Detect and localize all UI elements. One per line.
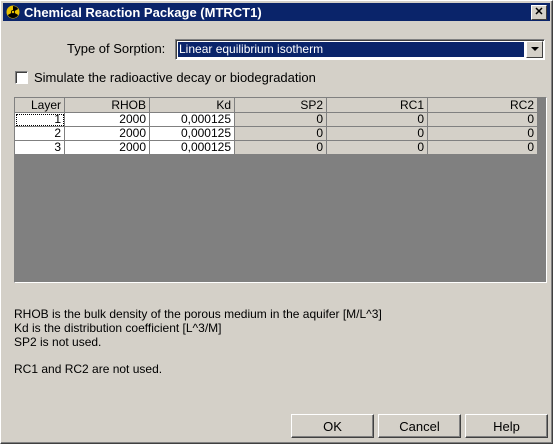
cell-rc1[interactable]: 0 xyxy=(326,126,428,141)
cell-rc1[interactable]: 0 xyxy=(326,140,428,155)
ok-button[interactable]: OK xyxy=(291,414,374,438)
cell-kd[interactable]: 0,000125 xyxy=(149,126,235,141)
window-title: Chemical Reaction Package (MTRCT1) xyxy=(24,4,262,20)
sorption-selected-value: Linear equilibrium isotherm xyxy=(178,42,524,57)
cell-sp2[interactable]: 0 xyxy=(234,112,327,127)
column-header-sp2[interactable]: SP2 xyxy=(234,98,327,113)
cell-layer[interactable]: 3 xyxy=(15,140,65,155)
radiation-icon xyxy=(5,4,21,20)
column-header-layer[interactable]: Layer xyxy=(15,98,65,113)
column-header-rhob[interactable]: RHOB xyxy=(64,98,150,113)
info-kd: Kd is the distribution coefficient [L^3/… xyxy=(14,321,222,335)
title-bar[interactable]: Chemical Reaction Package (MTRCT1) ✕ xyxy=(3,3,550,21)
dropdown-arrow-button[interactable] xyxy=(526,41,543,58)
dialog-window: Chemical Reaction Package (MTRCT1) ✕ Typ… xyxy=(0,0,553,444)
cancel-button[interactable]: Cancel xyxy=(378,414,461,438)
column-header-kd[interactable]: Kd xyxy=(149,98,235,113)
close-icon: ✕ xyxy=(534,6,544,18)
cell-rhob[interactable]: 2000 xyxy=(64,112,150,127)
chevron-down-icon xyxy=(530,47,539,51)
cell-layer[interactable]: 1 xyxy=(15,112,65,127)
close-button[interactable]: ✕ xyxy=(531,5,547,20)
info-sp2: SP2 is not used. xyxy=(14,335,102,349)
cell-layer[interactable]: 2 xyxy=(15,126,65,141)
parameter-table: Layer RHOB Kd SP2 RC1 RC2 1 2000 0,00012… xyxy=(15,98,538,155)
column-header-rc2[interactable]: RC2 xyxy=(427,98,538,113)
table-row: 3 2000 0,000125 0 0 0 xyxy=(15,140,538,155)
table-row: 1 2000 0,000125 0 0 0 xyxy=(15,112,538,127)
cell-rc1[interactable]: 0 xyxy=(326,112,428,127)
cell-rhob[interactable]: 2000 xyxy=(64,126,150,141)
cell-rc2[interactable]: 0 xyxy=(427,112,538,127)
cell-sp2[interactable]: 0 xyxy=(234,140,327,155)
sorption-dropdown[interactable]: Linear equilibrium isotherm xyxy=(175,39,545,60)
decay-option[interactable]: Simulate the radioactive decay or biodeg… xyxy=(15,70,316,85)
cell-rc2[interactable]: 0 xyxy=(427,140,538,155)
data-grid[interactable]: Layer RHOB Kd SP2 RC1 RC2 1 2000 0,00012… xyxy=(14,97,547,283)
sorption-label: Type of Sorption: xyxy=(67,41,166,56)
cell-rc2[interactable]: 0 xyxy=(427,126,538,141)
help-button[interactable]: Help xyxy=(465,414,548,438)
cell-sp2[interactable]: 0 xyxy=(234,126,327,141)
cell-kd[interactable]: 0,000125 xyxy=(149,140,235,155)
decay-checkbox[interactable] xyxy=(15,71,28,84)
table-header-row: Layer RHOB Kd SP2 RC1 RC2 xyxy=(15,98,538,113)
column-header-rc1[interactable]: RC1 xyxy=(326,98,428,113)
info-rhob: RHOB is the bulk density of the porous m… xyxy=(14,307,382,321)
table-row: 2 2000 0,000125 0 0 0 xyxy=(15,126,538,141)
cell-rhob[interactable]: 2000 xyxy=(64,140,150,155)
info-rc: RC1 and RC2 are not used. xyxy=(14,362,163,376)
cell-kd[interactable]: 0,000125 xyxy=(149,112,235,127)
decay-checkbox-label: Simulate the radioactive decay or biodeg… xyxy=(34,70,316,85)
